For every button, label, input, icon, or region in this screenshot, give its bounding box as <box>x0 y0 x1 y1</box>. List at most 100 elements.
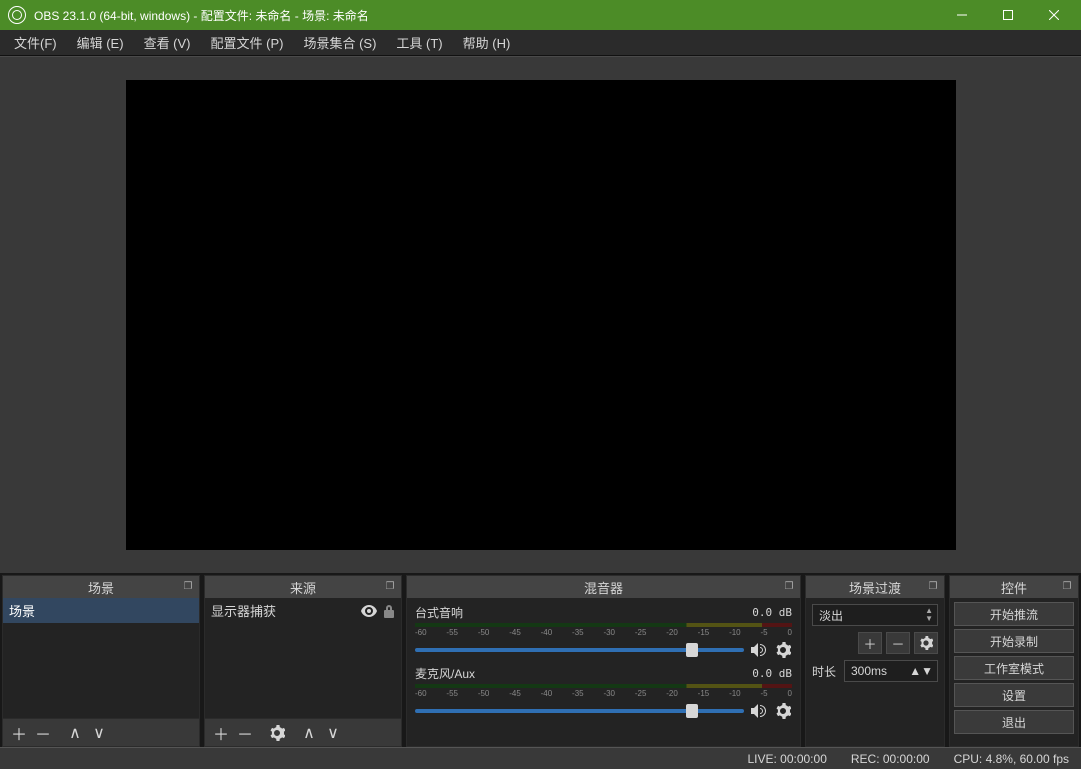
exit-button[interactable]: 退出 <box>954 710 1074 734</box>
mixer-body: 台式音响 0.0 dB -60-55-50-45-40-35-30-25-20-… <box>407 598 800 746</box>
mixer-channel-name: 台式音响 <box>415 604 752 621</box>
lock-toggle[interactable] <box>383 604 395 618</box>
minimize-button[interactable] <box>939 0 985 30</box>
plus-icon: ＋ <box>11 721 27 745</box>
minus-icon: － <box>237 721 253 745</box>
transitions-dock-title: 场景过渡 <box>849 578 901 597</box>
source-properties-button[interactable] <box>265 721 289 745</box>
mute-button[interactable] <box>750 641 768 659</box>
mute-button[interactable] <box>750 702 768 720</box>
transitions-dock: 场景过渡 ❐ 淡出 ▲▼ ＋ － 时长 300ms ▲▼ <box>805 575 945 747</box>
transition-select[interactable]: 淡出 ▲▼ <box>812 604 938 626</box>
volume-slider[interactable] <box>415 709 744 713</box>
move-scene-down-button[interactable]: ∨ <box>87 721 111 745</box>
titlebar: OBS 23.1.0 (64-bit, windows) - 配置文件: 未命名… <box>0 0 1081 30</box>
controls-body: 开始推流 开始录制 工作室模式 设置 退出 <box>950 598 1078 746</box>
maximize-button[interactable] <box>985 0 1031 30</box>
scene-item[interactable]: 场景 <box>3 598 199 623</box>
menu-view[interactable]: 查看 (V) <box>134 30 201 55</box>
source-item[interactable]: 显示器捕获 <box>205 598 401 623</box>
gear-icon <box>269 725 285 741</box>
menu-scene-collection[interactable]: 场景集合 (S) <box>293 30 386 55</box>
obs-logo-icon <box>8 6 26 24</box>
menu-profile[interactable]: 配置文件 (P) <box>201 30 294 55</box>
audio-meter <box>415 684 792 688</box>
statusbar: LIVE: 00:00:00 REC: 00:00:00 CPU: 4.8%, … <box>0 747 1081 769</box>
move-source-up-button[interactable]: ∧ <box>297 721 321 745</box>
sources-dock-title: 来源 <box>290 578 316 597</box>
gear-icon <box>919 636 933 650</box>
scenes-dock-header[interactable]: 场景 ❐ <box>3 576 199 598</box>
duration-label: 时长 <box>812 663 840 680</box>
controls-dock: 控件 ❐ 开始推流 开始录制 工作室模式 设置 退出 <box>949 575 1079 747</box>
channel-settings-button[interactable] <box>774 702 792 720</box>
visibility-toggle[interactable] <box>361 605 377 617</box>
remove-source-button[interactable]: － <box>233 721 257 745</box>
mixer-channel: 麦克风/Aux 0.0 dB -60-55-50-45-40-35-30-25-… <box>415 665 792 720</box>
lock-icon <box>383 604 395 618</box>
scenes-list[interactable]: 场景 <box>3 598 199 718</box>
eye-icon <box>361 605 377 617</box>
slider-thumb[interactable] <box>686 704 698 718</box>
plus-icon: ＋ <box>863 634 876 653</box>
add-source-button[interactable]: ＋ <box>209 721 233 745</box>
status-cpu: CPU: 4.8%, 60.00 fps <box>954 752 1069 766</box>
preview-area <box>0 56 1081 573</box>
mixer-dock-header[interactable]: 混音器 ❐ <box>407 576 800 598</box>
scene-item-label: 场景 <box>9 601 35 620</box>
gear-icon <box>775 703 791 719</box>
volume-slider[interactable] <box>415 648 744 652</box>
studio-mode-button[interactable]: 工作室模式 <box>954 656 1074 680</box>
move-source-down-button[interactable]: ∨ <box>321 721 345 745</box>
menu-tools[interactable]: 工具 (T) <box>386 30 452 55</box>
docks-row: 场景 ❐ 场景 ＋ － ∧ ∨ 来源 ❐ 显示器捕获 <box>0 573 1081 747</box>
transitions-body: 淡出 ▲▼ ＋ － 时长 300ms ▲▼ <box>806 598 944 746</box>
mixer-dock: 混音器 ❐ 台式音响 0.0 dB -60-55-50-45-40-35-30-… <box>406 575 801 747</box>
sources-dock-header[interactable]: 来源 ❐ <box>205 576 401 598</box>
duration-spinbox[interactable]: 300ms ▲▼ <box>844 660 938 682</box>
menu-file[interactable]: 文件(F) <box>4 30 67 55</box>
remove-scene-button[interactable]: － <box>31 721 55 745</box>
mixer-channel-db: 0.0 dB <box>752 606 792 619</box>
duration-value: 300ms <box>851 664 887 678</box>
add-scene-button[interactable]: ＋ <box>7 721 31 745</box>
sources-list[interactable]: 显示器捕获 <box>205 598 401 718</box>
start-stream-button[interactable]: 开始推流 <box>954 602 1074 626</box>
audio-meter <box>415 623 792 627</box>
move-scene-up-button[interactable]: ∧ <box>63 721 87 745</box>
meter-ticks: -60-55-50-45-40-35-30-25-20-15-10-50 <box>415 628 792 637</box>
mixer-dock-title: 混音器 <box>584 578 623 597</box>
channel-settings-button[interactable] <box>774 641 792 659</box>
transition-properties-button[interactable] <box>914 632 938 654</box>
plus-icon: ＋ <box>213 721 229 745</box>
remove-transition-button[interactable]: － <box>886 632 910 654</box>
transitions-dock-header[interactable]: 场景过渡 ❐ <box>806 576 944 598</box>
menu-edit[interactable]: 编辑 (E) <box>67 30 134 55</box>
dock-float-icon[interactable]: ❐ <box>782 579 796 593</box>
chevron-down-icon: ∨ <box>327 723 339 743</box>
dock-float-icon[interactable]: ❐ <box>926 579 940 593</box>
preview-canvas[interactable] <box>126 80 956 550</box>
slider-thumb[interactable] <box>686 643 698 657</box>
chevron-up-icon: ∧ <box>303 723 315 743</box>
gear-icon <box>775 642 791 658</box>
close-button[interactable] <box>1031 0 1077 30</box>
meter-ticks: -60-55-50-45-40-35-30-25-20-15-10-50 <box>415 689 792 698</box>
menu-help[interactable]: 帮助 (H) <box>453 30 521 55</box>
scenes-toolbar: ＋ － ∧ ∨ <box>3 718 199 746</box>
dock-float-icon[interactable]: ❐ <box>1060 579 1074 593</box>
minus-icon: － <box>35 721 51 745</box>
add-transition-button[interactable]: ＋ <box>858 632 882 654</box>
mixer-channel-db: 0.0 dB <box>752 667 792 680</box>
source-item-label: 显示器捕获 <box>211 601 276 620</box>
start-record-button[interactable]: 开始录制 <box>954 629 1074 653</box>
mixer-channel-name: 麦克风/Aux <box>415 665 752 682</box>
dock-float-icon[interactable]: ❐ <box>383 579 397 593</box>
dock-float-icon[interactable]: ❐ <box>181 579 195 593</box>
spin-arrows-icon: ▲▼ <box>925 607 933 623</box>
settings-button[interactable]: 设置 <box>954 683 1074 707</box>
controls-dock-title: 控件 <box>1001 578 1027 597</box>
controls-dock-header[interactable]: 控件 ❐ <box>950 576 1078 598</box>
status-live: LIVE: 00:00:00 <box>747 752 826 766</box>
mixer-channel: 台式音响 0.0 dB -60-55-50-45-40-35-30-25-20-… <box>415 604 792 659</box>
